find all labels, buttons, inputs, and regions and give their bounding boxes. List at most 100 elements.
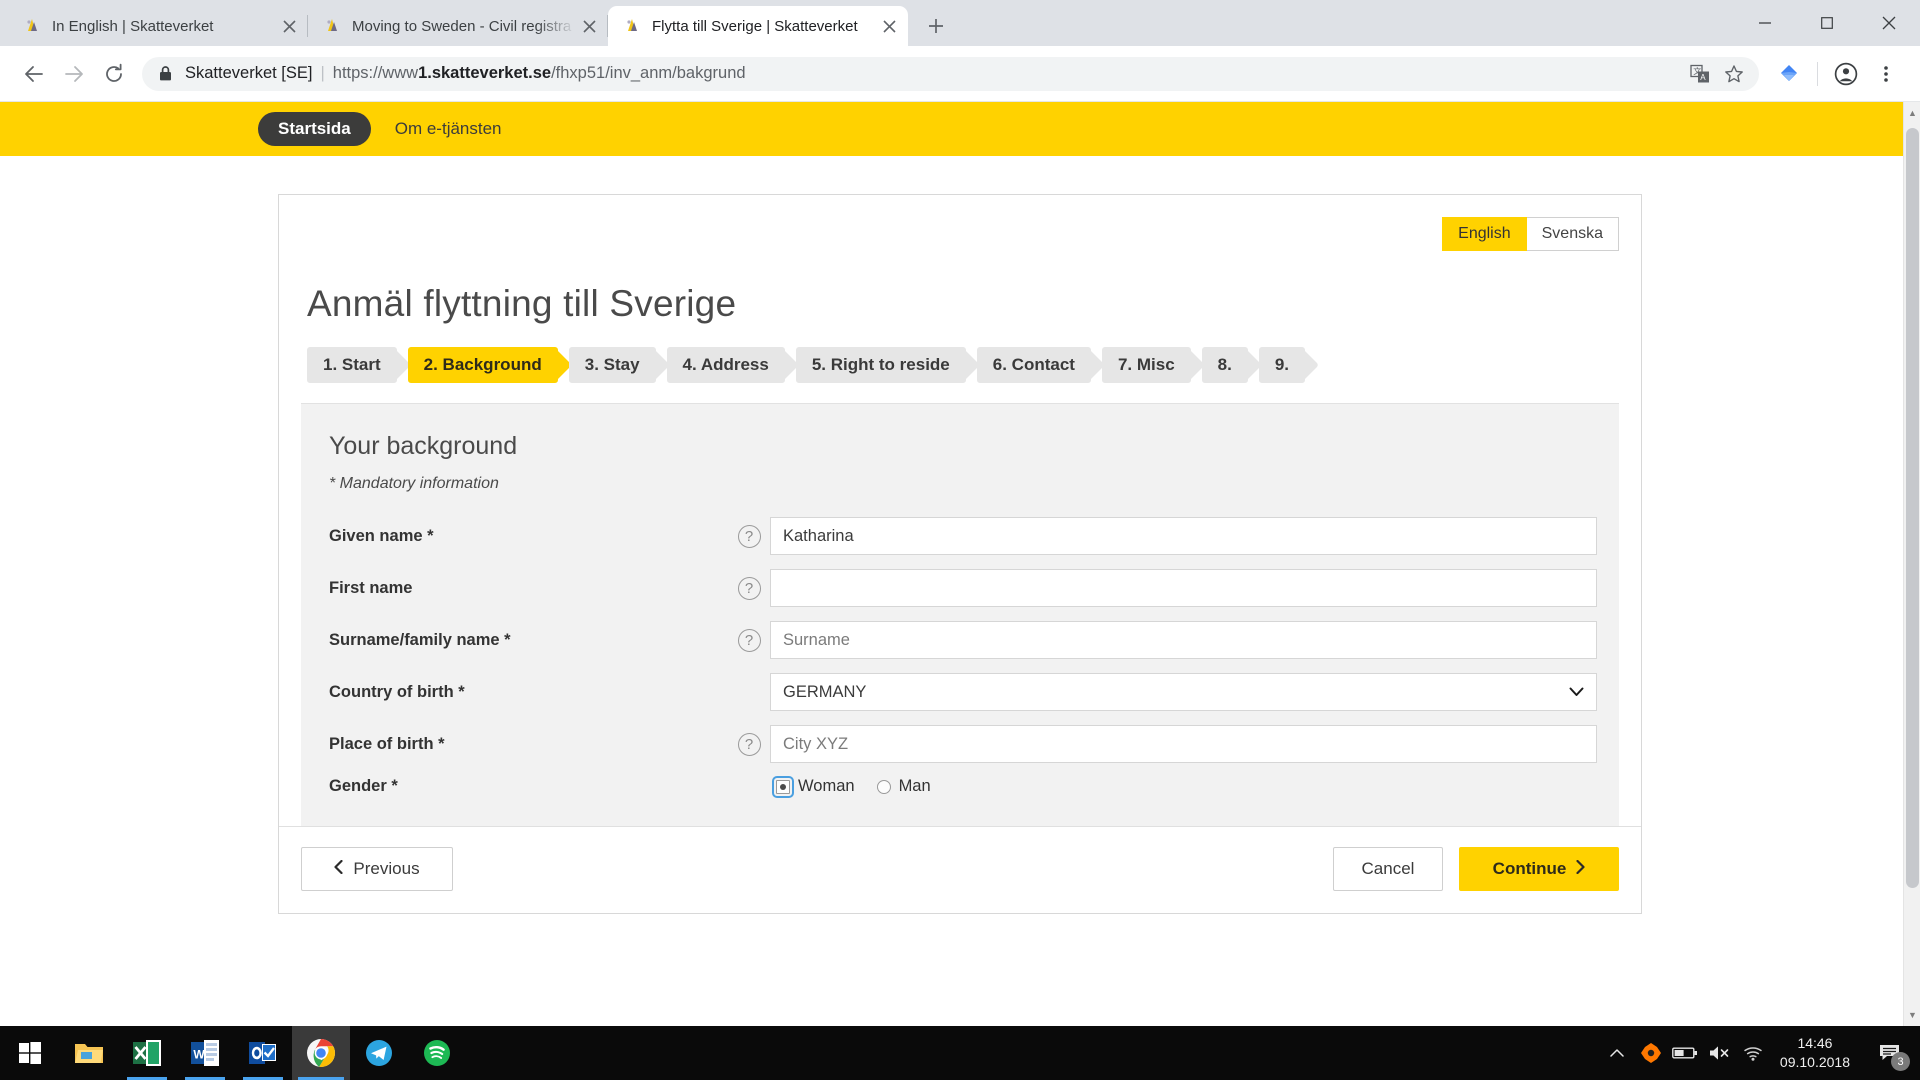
url-text: Skatteverket [SE] | https://www1.skattever…	[185, 64, 1683, 83]
language-english-button[interactable]: English	[1442, 217, 1527, 251]
address-bar[interactable]: Skatteverket [SE] | https://www1.skattever…	[142, 56, 1759, 91]
step-tab-3[interactable]: 3. Stay	[568, 347, 656, 383]
windows-taskbar: W 14:46 09.10.2018 3	[0, 1026, 1920, 1080]
chevron-up-icon[interactable]	[1600, 1026, 1634, 1080]
step-tab-9[interactable]: 9.	[1258, 347, 1306, 383]
tab-strip: In English | Skatteverket Moving to Swed…	[0, 0, 1920, 46]
step-tab-2[interactable]: 2. Background	[407, 347, 558, 383]
volume-muted-icon[interactable]	[1702, 1026, 1736, 1080]
help-icon-container: ?	[728, 628, 770, 652]
step-tab-8[interactable]: 8.	[1201, 347, 1248, 383]
browser-tab-active[interactable]: Flytta till Sverige | Skatteverket	[608, 6, 908, 46]
browser-tab[interactable]: Moving to Sweden - Civil registra	[308, 6, 608, 46]
gender-option-man[interactable]: Man	[876, 777, 931, 796]
profile-avatar-icon[interactable]	[1826, 54, 1866, 94]
step-tab-5[interactable]: 5. Right to reside	[795, 347, 966, 383]
star-icon[interactable]	[1717, 57, 1751, 91]
notification-icon[interactable]: 3	[1864, 1026, 1916, 1080]
omnibox-actions: 文 A	[1683, 57, 1751, 91]
scroll-down-arrow-icon[interactable]: ▼	[1904, 1006, 1920, 1024]
cancel-button[interactable]: Cancel	[1333, 847, 1443, 891]
select-value: GERMANY	[783, 682, 867, 701]
radio-label: Woman	[798, 777, 855, 795]
url-path: /fhxp51/inv_anm/bakgrund	[551, 64, 746, 82]
browser-tab[interactable]: In English | Skatteverket	[8, 6, 308, 46]
forward-arrow-icon[interactable]	[54, 54, 94, 94]
translate-icon[interactable]: 文 A	[1683, 57, 1717, 91]
notification-count-badge: 3	[1891, 1052, 1910, 1071]
tab-title: In English | Skatteverket	[52, 17, 214, 35]
site-header: Startsida Om e-tjänsten	[0, 102, 1920, 156]
help-icon[interactable]: ?	[737, 628, 761, 652]
first-name-input[interactable]	[770, 569, 1597, 607]
avast-icon[interactable]	[1634, 1026, 1668, 1080]
close-icon[interactable]	[276, 13, 302, 39]
step-tab-6[interactable]: 6. Contact	[976, 347, 1091, 383]
language-swedish-button[interactable]: Svenska	[1526, 217, 1619, 251]
close-icon[interactable]	[876, 13, 902, 39]
close-icon[interactable]	[576, 13, 602, 39]
surname-input[interactable]: Surname	[770, 621, 1597, 659]
step-tab-1[interactable]: 1. Start	[307, 347, 397, 383]
step-label: 6. Contact	[992, 355, 1075, 374]
close-icon[interactable]	[1858, 0, 1920, 46]
taskbar-clock[interactable]: 14:46 09.10.2018	[1770, 1034, 1864, 1072]
skatteverket-icon	[622, 16, 642, 36]
extension-diamond-icon[interactable]	[1769, 54, 1809, 94]
chrome-icon[interactable]	[292, 1026, 350, 1080]
place-of-birth-input[interactable]: City XYZ	[770, 725, 1597, 763]
tab-title: Moving to Sweden - Civil registra	[352, 17, 572, 35]
step-label: 3. Stay	[584, 355, 640, 374]
minimize-icon[interactable]	[1734, 0, 1796, 46]
help-icon[interactable]: ?	[737, 524, 761, 548]
scrollbar-thumb[interactable]	[1906, 128, 1919, 888]
new-tab-button[interactable]	[918, 8, 954, 44]
help-icon[interactable]: ?	[737, 732, 761, 756]
svg-text:A: A	[1700, 73, 1706, 82]
previous-button[interactable]: Previous	[301, 847, 453, 891]
field-row-surname: Surname/family name * ? Surname	[323, 621, 1597, 659]
nav-home-button[interactable]: Startsida	[258, 112, 371, 146]
scroll-up-arrow-icon[interactable]: ▲	[1904, 104, 1920, 122]
step-label: 2. Background	[423, 355, 542, 374]
nav-about-link[interactable]: Om e-tjänsten	[385, 112, 512, 146]
telegram-icon[interactable]	[350, 1026, 408, 1080]
spotify-icon[interactable]	[408, 1026, 466, 1080]
reload-icon[interactable]	[94, 54, 134, 94]
step-tab-4[interactable]: 4. Address	[666, 347, 785, 383]
back-arrow-icon[interactable]	[14, 54, 54, 94]
help-icon[interactable]: ?	[737, 576, 761, 600]
wifi-icon[interactable]	[1736, 1026, 1770, 1080]
radio-button-woman[interactable]	[772, 775, 794, 798]
field-row-first-name: First name ?	[323, 569, 1597, 607]
field-row-gender: Gender * Woman Man	[323, 775, 1597, 798]
step-tab-7[interactable]: 7. Misc	[1101, 347, 1191, 383]
field-row-country-of-birth: Country of birth * GERMANY	[323, 673, 1597, 711]
excel-icon[interactable]	[118, 1026, 176, 1080]
field-label: Country of birth *	[329, 682, 465, 701]
gender-option-woman[interactable]: Woman	[772, 775, 855, 798]
continue-button[interactable]: Continue	[1459, 847, 1619, 891]
security-label: Skatteverket [SE]	[185, 64, 313, 82]
page-scrollbar[interactable]: ▲ ▼	[1903, 102, 1920, 1026]
file-explorer-icon[interactable]	[60, 1026, 118, 1080]
chevron-right-icon	[1576, 859, 1585, 879]
omnibox-separator: |	[320, 64, 325, 82]
lock-icon	[158, 65, 176, 83]
radio-button-man[interactable]	[876, 779, 891, 794]
word-icon[interactable]: W	[176, 1026, 234, 1080]
windows-start-icon[interactable]	[0, 1026, 60, 1080]
three-dot-menu-icon[interactable]	[1866, 54, 1906, 94]
browser-toolbar: Skatteverket [SE] | https://www1.skattever…	[0, 46, 1920, 102]
tab-title: Flytta till Sverige | Skatteverket	[652, 17, 858, 35]
footer-right-actions: Cancel Continue	[1333, 847, 1619, 891]
maximize-icon[interactable]	[1796, 0, 1858, 46]
battery-icon[interactable]	[1668, 1026, 1702, 1080]
help-icon-container: ?	[728, 524, 770, 548]
country-of-birth-select[interactable]: GERMANY	[770, 673, 1597, 711]
outlook-icon[interactable]	[234, 1026, 292, 1080]
given-name-input[interactable]: Katharina	[770, 517, 1597, 555]
taskbar-items: W	[0, 1026, 466, 1080]
page-title: Anmäl flyttning till Sverige	[307, 283, 737, 324]
chevron-left-icon	[334, 859, 344, 879]
